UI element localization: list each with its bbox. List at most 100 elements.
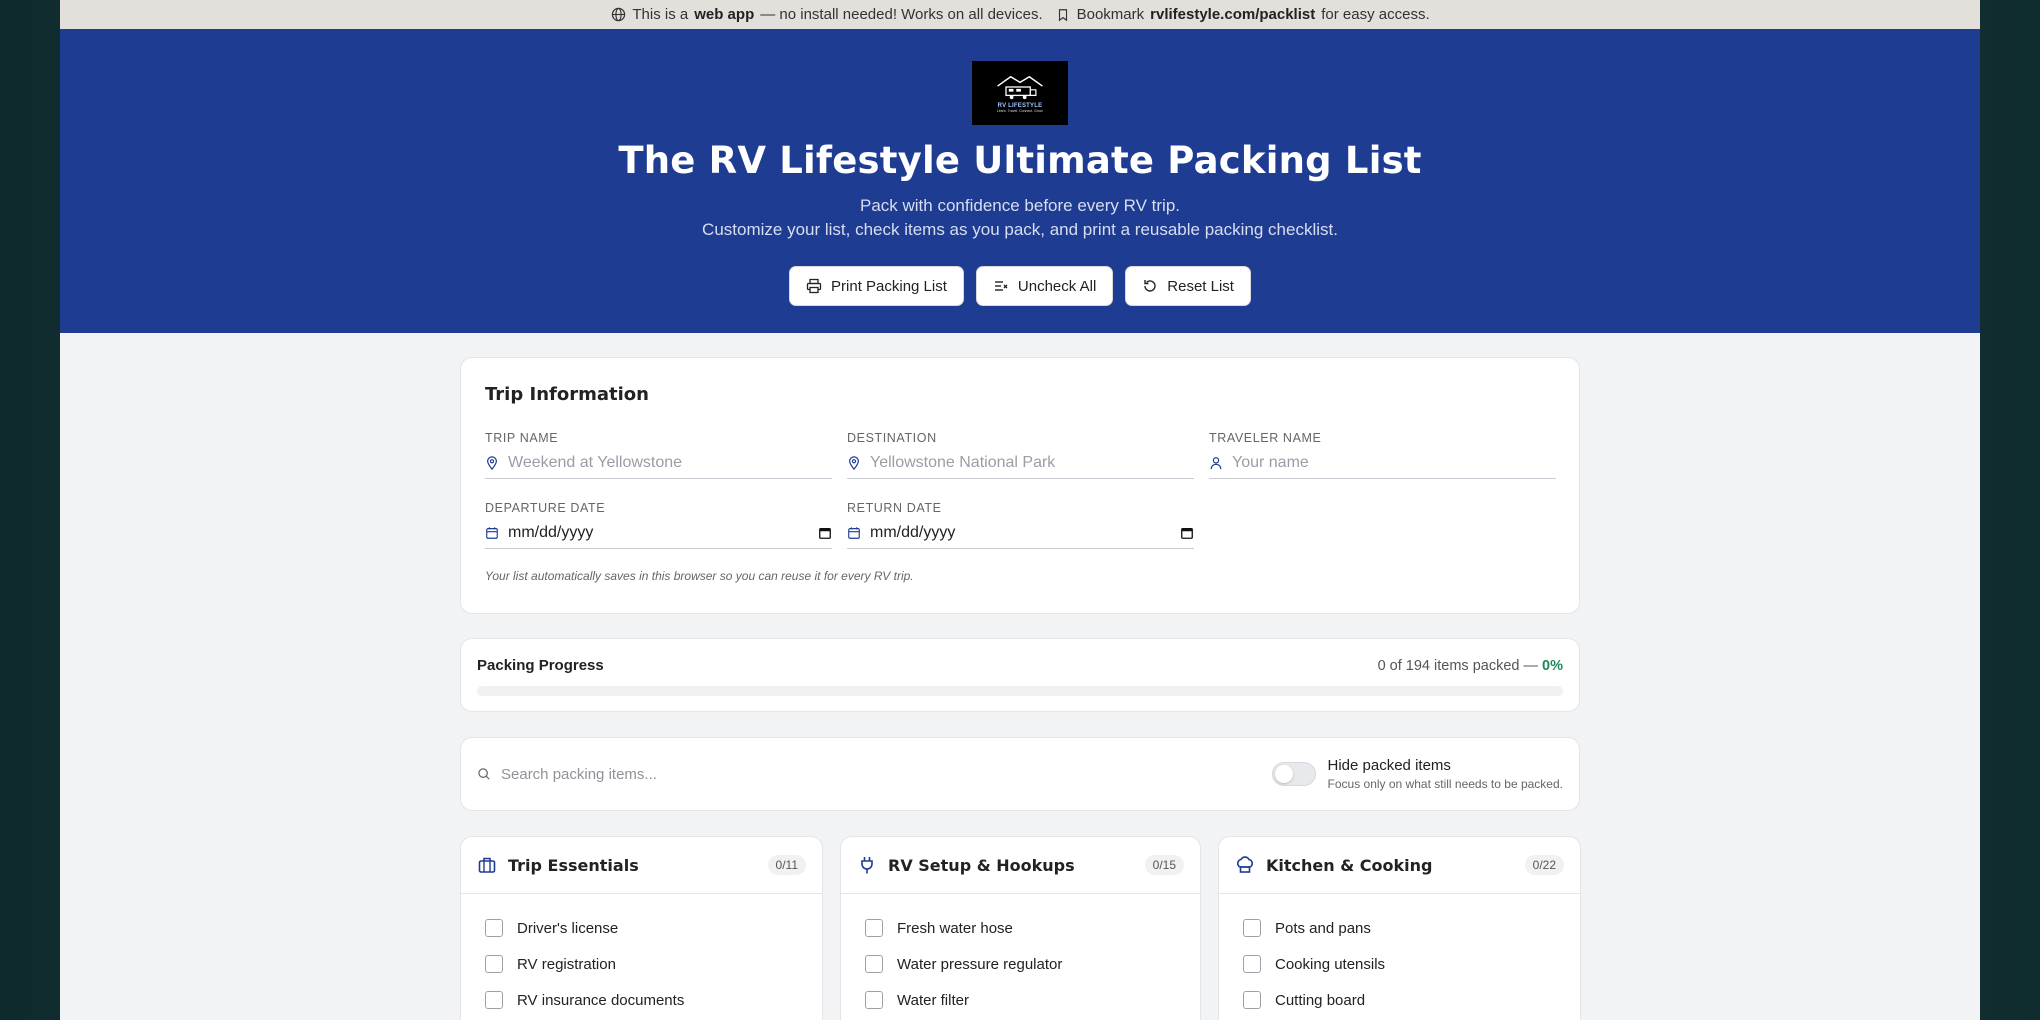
category-rv-setup-hookups: RV Setup & Hookups 0/15 Fresh water hose… bbox=[840, 836, 1201, 1020]
return-date-label: RETURN DATE bbox=[847, 501, 942, 515]
reset-list-button[interactable]: Reset List bbox=[1125, 266, 1251, 306]
item-checkbox[interactable] bbox=[1243, 919, 1261, 937]
category-kitchen-cooking: Kitchen & Cooking 0/22 Pots and pans Coo… bbox=[1218, 836, 1581, 1020]
list-unchecked-icon bbox=[994, 281, 1008, 291]
list-item[interactable]: Pots and pans bbox=[1219, 910, 1580, 946]
search-icon bbox=[478, 768, 490, 780]
trip-name-label: TRIP NAME bbox=[485, 431, 559, 445]
item-checkbox[interactable] bbox=[865, 991, 883, 1009]
item-label: Water filter bbox=[897, 991, 969, 1009]
traveler-name-label: TRAVELER NAME bbox=[1209, 431, 1322, 445]
hide-packed-toggle[interactable] bbox=[1271, 762, 1316, 786]
category-count: 0/15 bbox=[1144, 855, 1184, 875]
hero-subtitle-2: Customize your list, check items as you … bbox=[702, 220, 1338, 239]
info-banner: This is a web app — no install needed! W… bbox=[60, 0, 1980, 29]
progress-bar bbox=[477, 686, 1563, 696]
item-label: Driver's license bbox=[517, 919, 619, 937]
category-title: Kitchen & Cooking bbox=[1266, 855, 1433, 875]
autosave-note: Your list automatically saves in this br… bbox=[485, 569, 914, 583]
item-checkbox[interactable] bbox=[485, 919, 503, 937]
departure-date-field: DEPARTURE DATE mm/dd/yyyy bbox=[485, 501, 832, 549]
list-item[interactable]: RV registration bbox=[461, 946, 822, 982]
print-list-button[interactable]: Print Packing List bbox=[789, 266, 964, 306]
hero-subtitle-1: Pack with confidence before every RV tri… bbox=[859, 196, 1180, 215]
user-icon bbox=[1210, 456, 1222, 469]
rv-house-icon bbox=[997, 75, 1043, 100]
search-input[interactable] bbox=[501, 765, 1001, 783]
item-label: Water pressure regulator bbox=[897, 955, 1063, 973]
print-list-label: Print Packing List bbox=[831, 277, 947, 295]
banner-middle: — no install needed! Works on all device… bbox=[760, 6, 1043, 23]
banner-prefix: This is a bbox=[632, 6, 689, 23]
banner-bookmark-prefix: Bookmark bbox=[1076, 6, 1145, 23]
item-label: Cooking utensils bbox=[1275, 955, 1386, 973]
banner-url[interactable]: rvlifestyle.com/packlist bbox=[1150, 6, 1315, 23]
reset-list-label: Reset List bbox=[1167, 277, 1234, 295]
destination-input[interactable] bbox=[870, 453, 1194, 472]
destination-label: DESTINATION bbox=[847, 431, 937, 445]
banner-web-app: web app bbox=[694, 6, 755, 23]
packing-progress-card: Packing Progress 0 of 194 items packed —… bbox=[460, 638, 1580, 712]
list-item[interactable]: Water pressure regulator bbox=[841, 946, 1200, 982]
hide-packed-description: Focus only on what still needs to be pac… bbox=[1327, 777, 1563, 791]
item-checkbox[interactable] bbox=[485, 955, 503, 973]
list-item[interactable]: Driver's license bbox=[461, 910, 822, 946]
item-label: Fresh water hose bbox=[897, 919, 1013, 937]
departure-date-label: DEPARTURE DATE bbox=[485, 501, 606, 515]
return-date-value: mm/dd/yyyy bbox=[870, 523, 956, 541]
calendar-picker-icon[interactable] bbox=[1180, 526, 1194, 540]
item-checkbox[interactable] bbox=[1243, 991, 1261, 1009]
banner-suffix: for easy access. bbox=[1321, 6, 1430, 23]
plug-icon bbox=[861, 857, 873, 874]
logo-tagline: Learn. Travel. Connect. Grow. bbox=[996, 109, 1044, 113]
progress-title: Packing Progress bbox=[477, 657, 604, 674]
trip-info-title: Trip Information bbox=[485, 384, 649, 405]
reset-icon bbox=[1144, 280, 1156, 292]
trip-name-input[interactable] bbox=[508, 453, 832, 472]
calendar-icon bbox=[848, 526, 860, 539]
return-date-input[interactable]: mm/dd/yyyy bbox=[847, 523, 1194, 549]
item-checkbox[interactable] bbox=[865, 955, 883, 973]
trip-information-card: Trip Information TRIP NAME DESTINATION bbox=[460, 357, 1580, 614]
list-item[interactable]: RV insurance documents bbox=[461, 982, 822, 1018]
item-label: Pots and pans bbox=[1275, 919, 1371, 937]
item-label: RV registration bbox=[517, 955, 616, 973]
destination-field: DESTINATION bbox=[847, 431, 1194, 479]
item-label: RV insurance documents bbox=[517, 991, 685, 1009]
departure-date-value: mm/dd/yyyy bbox=[508, 523, 594, 541]
toggle-knob bbox=[1274, 765, 1293, 783]
map-pin-icon bbox=[487, 455, 497, 470]
departure-date-input[interactable]: mm/dd/yyyy bbox=[485, 523, 832, 549]
calendar-picker-icon[interactable] bbox=[818, 526, 832, 540]
page-title: The RV Lifestyle Ultimate Packing List bbox=[618, 139, 1422, 182]
category-title: Trip Essentials bbox=[508, 855, 639, 875]
list-item[interactable]: Fresh water hose bbox=[841, 910, 1200, 946]
map-pin-icon bbox=[849, 455, 859, 470]
printer-icon bbox=[806, 278, 822, 294]
search-box bbox=[477, 765, 1272, 783]
calendar-icon bbox=[486, 526, 498, 539]
list-item[interactable]: Cutting board bbox=[1219, 982, 1580, 1018]
list-item[interactable]: Water filter bbox=[841, 982, 1200, 1018]
trip-name-field: TRIP NAME bbox=[485, 431, 832, 479]
category-grid: Trip Essentials 0/11 Driver's license RV… bbox=[460, 836, 1581, 1020]
item-label: Cutting board bbox=[1275, 991, 1366, 1009]
item-checkbox[interactable] bbox=[865, 919, 883, 937]
hide-packed-label: Hide packed items bbox=[1327, 757, 1451, 774]
progress-stat: 0 of 194 items packed — 0% bbox=[1378, 658, 1563, 674]
list-item[interactable]: Cooking utensils bbox=[1219, 946, 1580, 982]
return-date-field: RETURN DATE mm/dd/yyyy bbox=[847, 501, 1194, 549]
filter-card: Hide packed items Focus only on what sti… bbox=[460, 737, 1580, 811]
item-checkbox[interactable] bbox=[485, 991, 503, 1009]
hero-header: RV LIFESTYLE Learn. Travel. Connect. Gro… bbox=[60, 29, 1980, 333]
uncheck-all-button[interactable]: Uncheck All bbox=[975, 266, 1114, 306]
globe-icon bbox=[610, 7, 626, 23]
traveler-name-field: TRAVELER NAME bbox=[1209, 431, 1556, 479]
category-trip-essentials: Trip Essentials 0/11 Driver's license RV… bbox=[460, 836, 823, 1020]
category-title: RV Setup & Hookups bbox=[888, 855, 1075, 875]
traveler-name-input[interactable] bbox=[1232, 453, 1556, 472]
item-checkbox[interactable] bbox=[1243, 955, 1261, 973]
progress-percent: 0% bbox=[1542, 657, 1563, 674]
luggage-icon bbox=[478, 857, 496, 873]
chef-hat-icon bbox=[1237, 856, 1253, 873]
